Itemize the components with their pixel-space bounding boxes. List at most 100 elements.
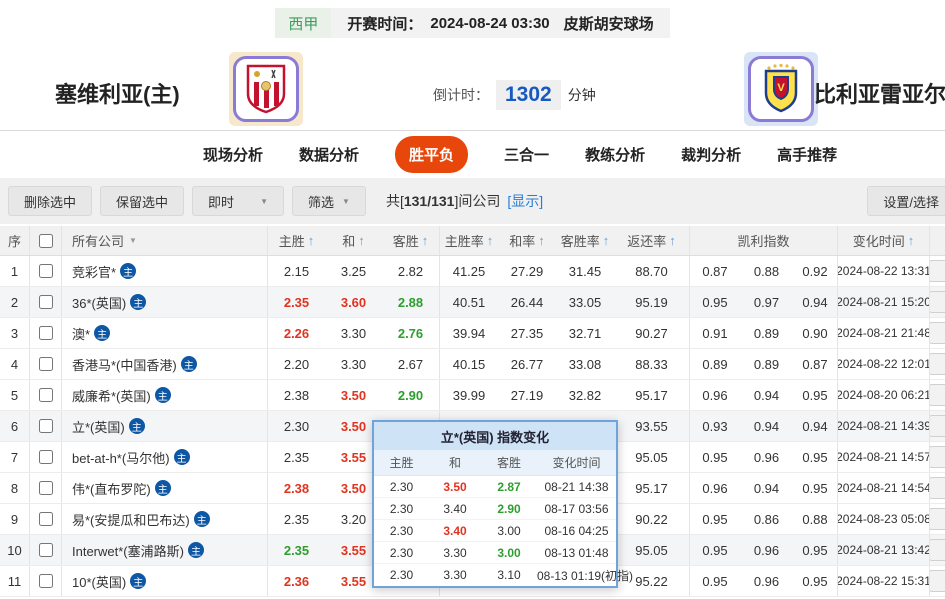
row-select[interactable]: [30, 380, 62, 410]
row-checkbox[interactable]: [39, 264, 53, 278]
row-select[interactable]: [30, 566, 62, 596]
home-odds[interactable]: 2.35: [268, 504, 325, 534]
league-badge[interactable]: 西甲: [275, 8, 331, 38]
sort-up-icon: ↑: [669, 233, 676, 248]
header-select-all[interactable]: [30, 226, 62, 255]
select-all-checkbox[interactable]: [39, 234, 53, 248]
row-action-button-cutoff[interactable]: [930, 322, 945, 344]
row-select[interactable]: [30, 318, 62, 348]
company-name: bet-at-h*(马尔他): [72, 448, 170, 467]
settings-select-button[interactable]: 设置/选择: [867, 186, 945, 216]
company-cell[interactable]: 36*(英国) 主: [62, 287, 268, 317]
row-action-button-cutoff[interactable]: [930, 384, 945, 406]
row-checkbox[interactable]: [39, 574, 53, 588]
company-cell[interactable]: 立*(英国) 主: [62, 411, 268, 441]
company-cell[interactable]: 易*(安提瓜和巴布达) 主: [62, 504, 268, 534]
draw-odds[interactable]: 3.60: [325, 287, 382, 317]
tab-6[interactable]: 高手推荐: [777, 144, 837, 165]
company-cell[interactable]: 竞彩官* 主: [62, 256, 268, 286]
draw-odds[interactable]: 3.50: [325, 380, 382, 410]
row-select[interactable]: [30, 442, 62, 472]
row-action-button-cutoff[interactable]: [930, 446, 945, 468]
row-checkbox[interactable]: [39, 357, 53, 371]
row-select[interactable]: [30, 411, 62, 441]
header-home-odds[interactable]: 主胜↑: [268, 226, 325, 255]
change-time: 2024-08-21 15:20: [838, 287, 930, 317]
company-cell[interactable]: 威廉希*(英国) 主: [62, 380, 268, 410]
company-cell[interactable]: 10*(英国) 主: [62, 566, 268, 596]
away-rate: 32.71: [556, 318, 614, 348]
host-badge-icon: 主: [194, 511, 210, 527]
home-odds[interactable]: 2.36: [268, 566, 325, 596]
row-checkbox[interactable]: [39, 388, 53, 402]
tab-5[interactable]: 裁判分析: [681, 144, 741, 165]
header-change-time[interactable]: 变化时间↑: [838, 226, 930, 255]
away-odds[interactable]: 2.67: [382, 349, 440, 379]
home-odds[interactable]: 2.38: [268, 380, 325, 410]
company-cell[interactable]: bet-at-h*(马尔他) 主: [62, 442, 268, 472]
row-checkbox[interactable]: [39, 481, 53, 495]
popup-away-odds: 2.90: [481, 502, 537, 516]
row-checkbox[interactable]: [39, 450, 53, 464]
draw-odds[interactable]: 3.30: [325, 349, 382, 379]
company-cell[interactable]: 澳* 主: [62, 318, 268, 348]
row-action-button-cutoff[interactable]: [930, 291, 945, 313]
row-checkbox[interactable]: [39, 326, 53, 340]
tab-2-active[interactable]: 胜平负: [395, 136, 468, 173]
row-checkbox[interactable]: [39, 419, 53, 433]
row-action-button-cutoff[interactable]: [930, 353, 945, 375]
company-cell[interactable]: Interwet*(塞浦路斯) 主: [62, 535, 268, 565]
home-odds[interactable]: 2.38: [268, 473, 325, 503]
row-action-button-cutoff[interactable]: [930, 260, 945, 282]
home-odds[interactable]: 2.15: [268, 256, 325, 286]
row-checkbox[interactable]: [39, 295, 53, 309]
header-away-odds[interactable]: 客胜↑: [382, 226, 440, 255]
away-odds[interactable]: 2.90: [382, 380, 440, 410]
header-return-rate[interactable]: 返还率↑: [614, 226, 690, 255]
delete-selected-button[interactable]: 删除选中: [8, 186, 92, 216]
home-odds[interactable]: 2.35: [268, 535, 325, 565]
tab-0[interactable]: 现场分析: [203, 144, 263, 165]
home-odds[interactable]: 2.35: [268, 287, 325, 317]
row-action-button-cutoff[interactable]: [930, 477, 945, 499]
away-odds[interactable]: 2.88: [382, 287, 440, 317]
header-home-rate[interactable]: 主胜率↑: [440, 226, 498, 255]
company-cell[interactable]: 伟*(直布罗陀) 主: [62, 473, 268, 503]
instant-dropdown[interactable]: 即时 ▼: [192, 186, 284, 216]
row-select[interactable]: [30, 535, 62, 565]
row-checkbox[interactable]: [39, 543, 53, 557]
keep-selected-button[interactable]: 保留选中: [100, 186, 184, 216]
show-link[interactable]: [显示]: [507, 191, 543, 211]
draw-odds[interactable]: 3.30: [325, 318, 382, 348]
tab-3[interactable]: 三合一: [504, 144, 549, 165]
home-odds[interactable]: 2.26: [268, 318, 325, 348]
tab-4[interactable]: 教练分析: [585, 144, 645, 165]
kelly-home: 0.95: [690, 535, 740, 565]
row-select[interactable]: [30, 504, 62, 534]
away-odds[interactable]: 2.82: [382, 256, 440, 286]
header-draw-odds[interactable]: 和↑: [325, 226, 382, 255]
header-company[interactable]: 所有公司 ▼: [62, 226, 268, 255]
row-number: 5: [0, 380, 30, 410]
row-select[interactable]: [30, 256, 62, 286]
filter-dropdown[interactable]: 筛选 ▼: [292, 186, 366, 216]
header-draw-rate[interactable]: 和率↑: [498, 226, 556, 255]
home-odds[interactable]: 2.20: [268, 349, 325, 379]
row-select[interactable]: [30, 287, 62, 317]
company-cell[interactable]: 香港马*(中国香港) 主: [62, 349, 268, 379]
row-action-button-cutoff[interactable]: [930, 570, 945, 592]
row-number: 10: [0, 535, 30, 565]
row-select[interactable]: [30, 349, 62, 379]
home-odds[interactable]: 2.30: [268, 411, 325, 441]
header-away-rate[interactable]: 客胜率↑: [556, 226, 614, 255]
tab-1[interactable]: 数据分析: [299, 144, 359, 165]
away-odds[interactable]: 2.76: [382, 318, 440, 348]
row-checkbox[interactable]: [39, 512, 53, 526]
row-select[interactable]: [30, 473, 62, 503]
home-odds[interactable]: 2.35: [268, 442, 325, 472]
header-seq[interactable]: 序: [0, 226, 30, 255]
row-action-button-cutoff[interactable]: [930, 539, 945, 561]
draw-odds[interactable]: 3.25: [325, 256, 382, 286]
row-action-button-cutoff[interactable]: [930, 508, 945, 530]
row-action-button-cutoff[interactable]: [930, 415, 945, 437]
